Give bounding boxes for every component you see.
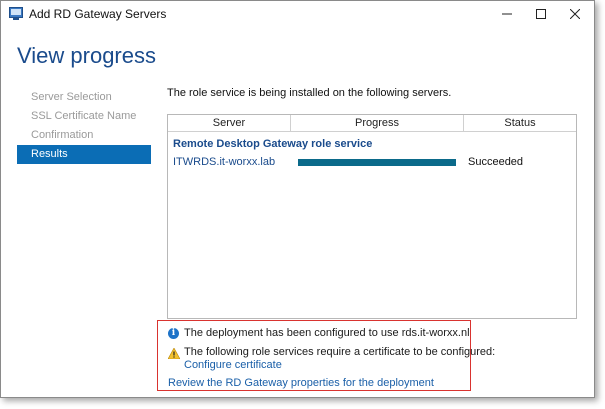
server-manager-icon xyxy=(9,7,23,20)
deployment-notice: i The deployment has been configured to … xyxy=(157,320,495,391)
progress-bar-fill xyxy=(298,159,456,166)
warning-icon xyxy=(167,347,181,360)
column-header-progress[interactable]: Progress xyxy=(291,115,464,131)
warning-message: The following role services require a ce… xyxy=(184,346,496,358)
window-title: Add RD Gateway Servers xyxy=(29,7,167,21)
progress-bar xyxy=(298,159,456,166)
review-properties-link[interactable]: Review the RD Gateway properties for the… xyxy=(168,377,434,389)
maximize-icon xyxy=(536,9,546,19)
nav-item-ssl-certificate-name[interactable]: SSL Certificate Name xyxy=(17,107,151,126)
nav-item-server-selection[interactable]: Server Selection xyxy=(17,88,151,107)
role-service-group-label: Remote Desktop Gateway role service xyxy=(173,138,373,150)
nav-item-results[interactable]: Results xyxy=(17,145,151,164)
nav-item-confirmation[interactable]: Confirmation xyxy=(17,126,151,145)
maximize-button[interactable] xyxy=(524,1,558,27)
status-cell: Succeeded xyxy=(468,156,524,168)
configure-certificate-link[interactable]: Configure certificate xyxy=(184,359,282,371)
progress-table: Server Progress Status Remote Desktop Ga… xyxy=(167,114,577,319)
column-header-server[interactable]: Server xyxy=(168,115,291,131)
intro-text: The role service is being installed on t… xyxy=(167,87,452,99)
page-title: View progress xyxy=(17,43,156,68)
wizard-nav: Server Selection SSL Certificate Name Co… xyxy=(17,88,151,164)
close-button[interactable] xyxy=(558,1,592,27)
server-name-cell: ITWRDS.it-worxx.lab xyxy=(173,156,276,168)
table-row[interactable]: ITWRDS.it-worxx.lab Succeeded xyxy=(168,155,576,171)
minimize-icon xyxy=(502,13,512,15)
minimize-button[interactable] xyxy=(490,1,524,27)
close-icon xyxy=(570,9,580,19)
info-icon: i xyxy=(168,328,179,339)
add-rd-gateway-window: Add RD Gateway Servers View progress Ser… xyxy=(0,0,595,398)
info-message: The deployment has been configured to us… xyxy=(184,327,470,339)
table-header: Server Progress Status xyxy=(168,115,576,132)
title-bar[interactable]: Add RD Gateway Servers xyxy=(1,1,594,27)
column-header-status[interactable]: Status xyxy=(464,115,576,131)
